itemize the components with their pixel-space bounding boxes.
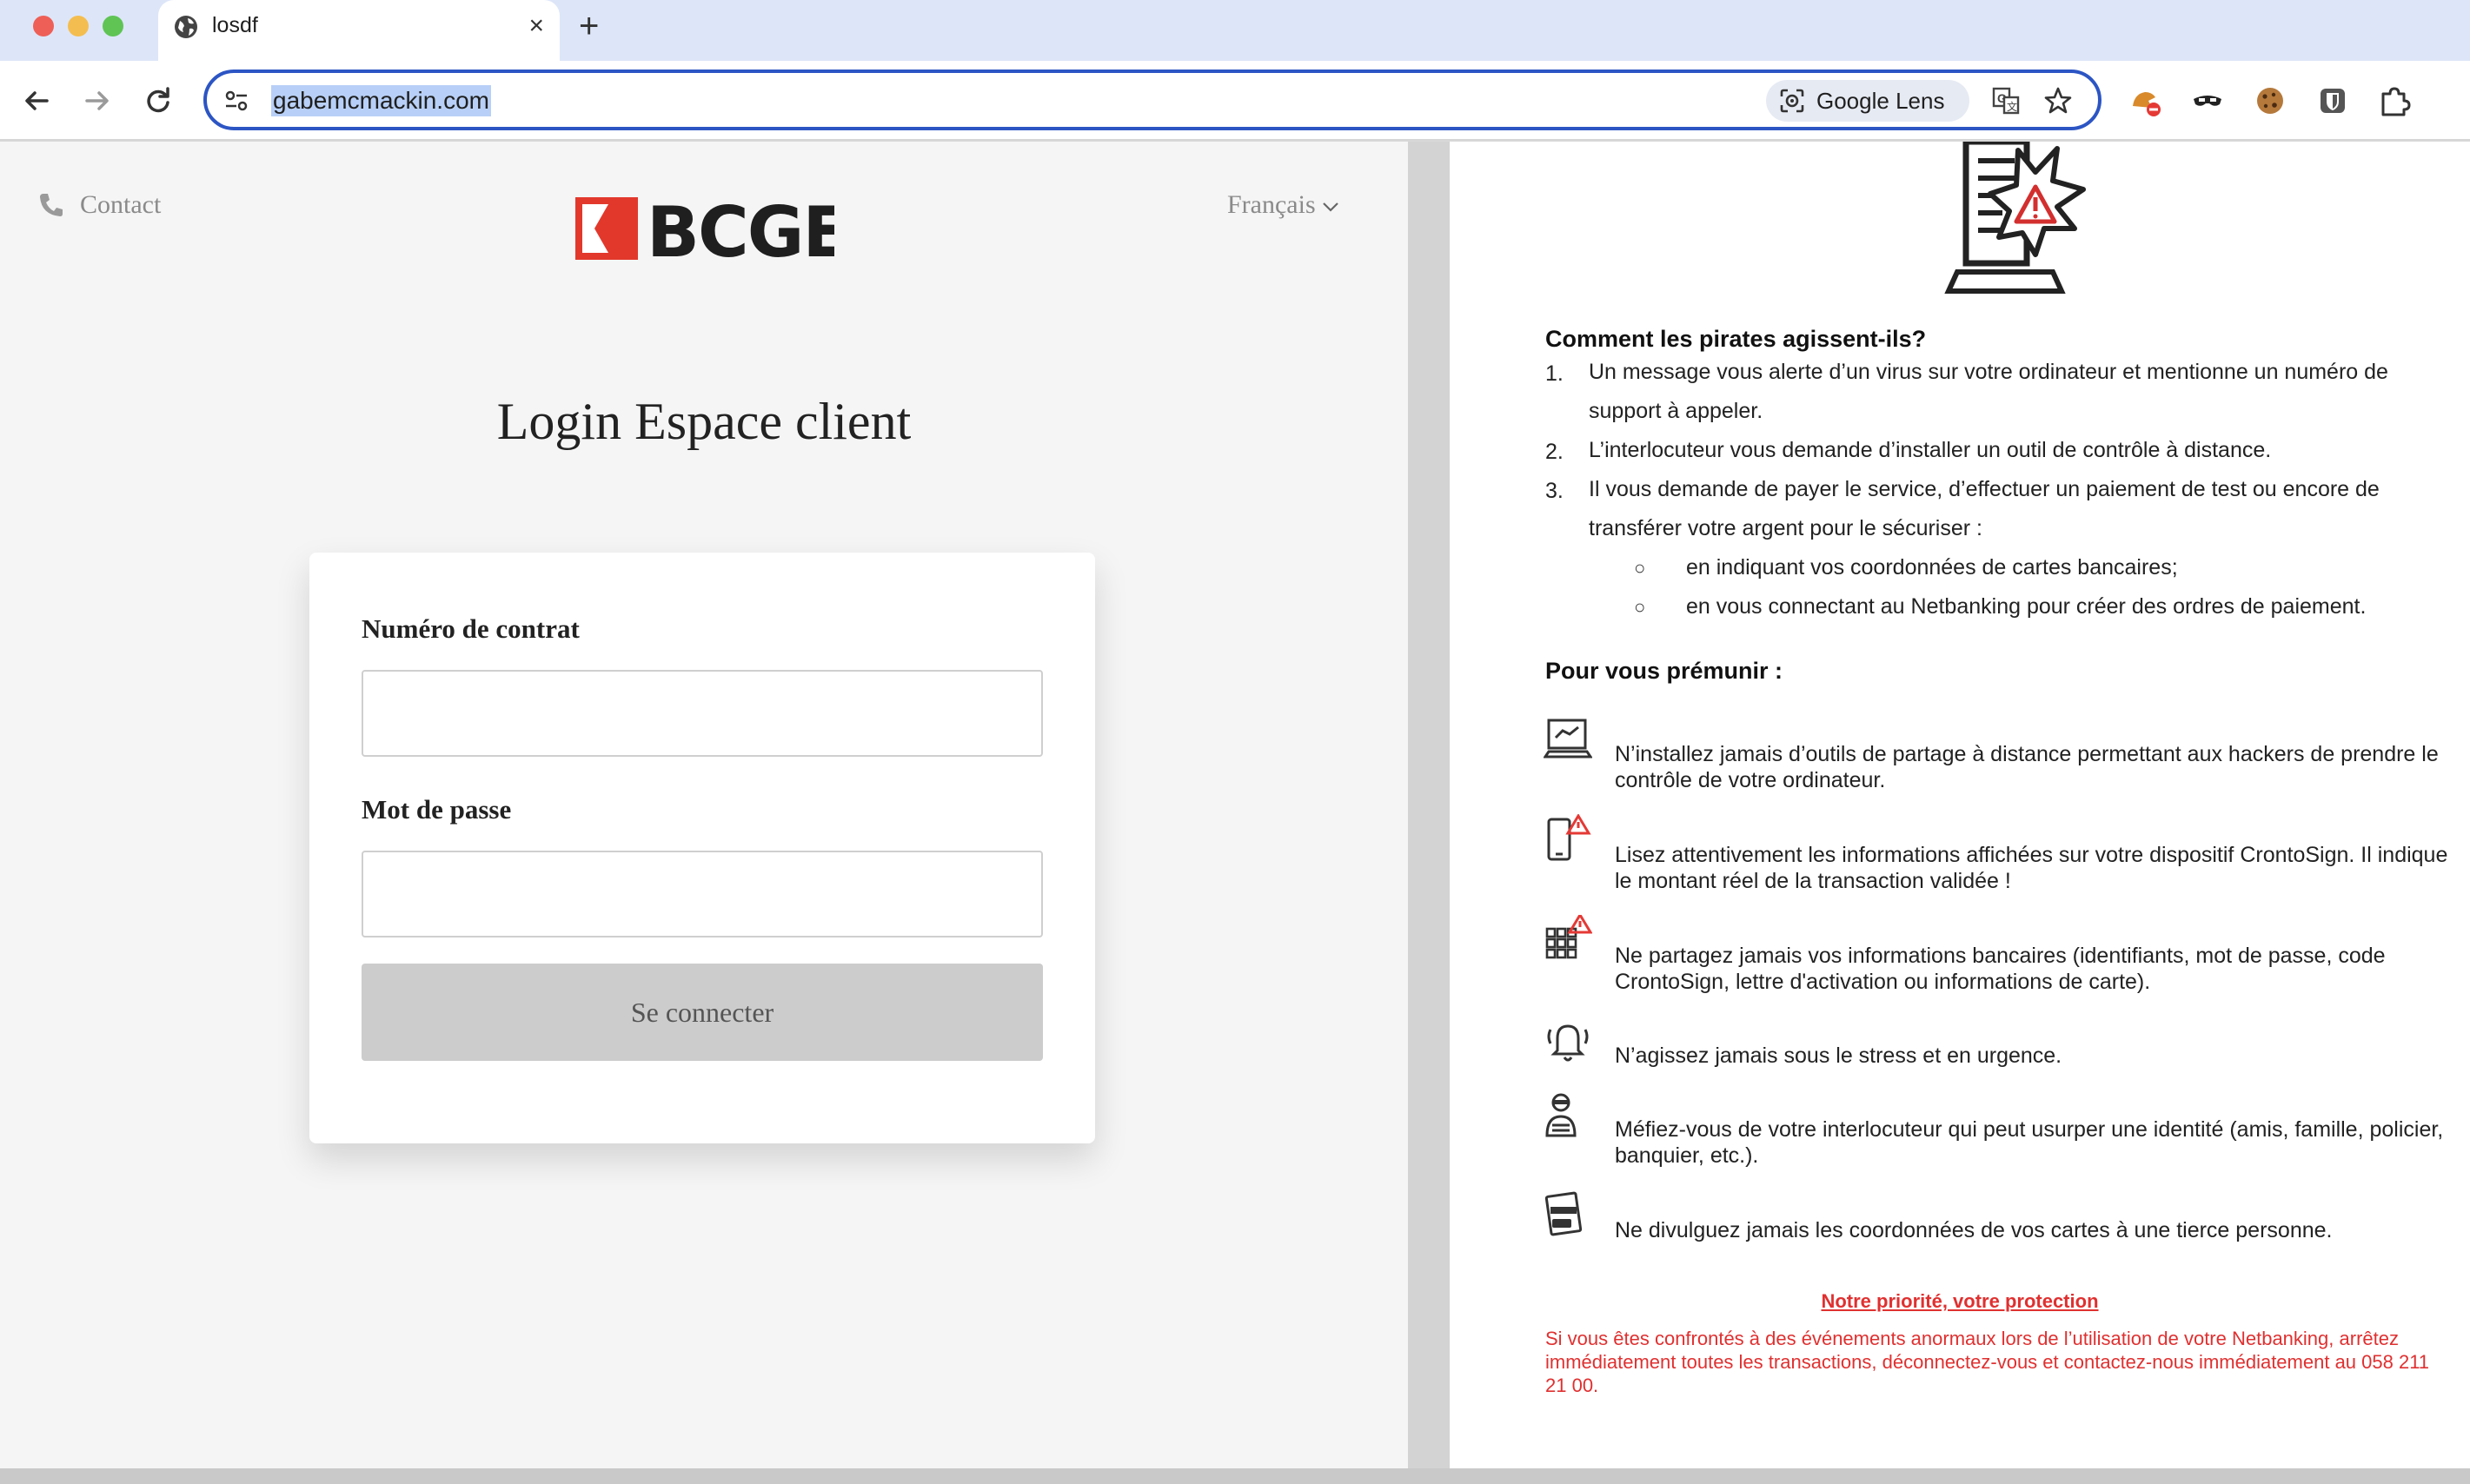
bookmark-star-icon[interactable] (2042, 85, 2074, 116)
step-number: 3. (1545, 479, 1564, 503)
arrow-right-icon (85, 91, 109, 110)
password-input[interactable] (362, 851, 1043, 937)
incognito-mask-icon (2194, 96, 2221, 106)
login-button[interactable]: Se connecter (362, 964, 1043, 1061)
site-settings-icon[interactable] (222, 87, 250, 115)
step-number: 1. (1545, 361, 1564, 386)
puzzle-piece-icon (2381, 87, 2411, 116)
forward-button[interactable] (78, 82, 116, 120)
tip-2-text: Lisez attentivement les informations aff… (1615, 843, 2448, 893)
priority-link[interactable]: Notre priorité, votre protection (1450, 1290, 2470, 1313)
bullet-2: en vous connectant au Netbanking pour cr… (1686, 594, 2367, 619)
arrow-left-icon (25, 91, 49, 110)
close-window-button[interactable] (33, 16, 54, 36)
tip-4-text: N’agissez jamais sous le stress et en ur… (1615, 1043, 2062, 1068)
step-3-line-2: transférer votre argent pour le sécurise… (1589, 516, 1982, 540)
chevron-down-icon (1322, 202, 1338, 212)
contract-number-input[interactable] (362, 670, 1043, 757)
cookie-icon (2257, 88, 2283, 114)
computer-alert-icon (1944, 142, 2086, 294)
extension-blocker-button[interactable] (2126, 82, 2164, 120)
new-tab-button[interactable]: + (579, 7, 599, 45)
url-text[interactable]: gabemcmackin.com (271, 85, 491, 116)
contact-link[interactable]: Contact (37, 190, 161, 220)
back-button[interactable] (17, 82, 56, 120)
heading-how-hackers-act: Comment les pirates agissent-ils? (1545, 326, 1927, 352)
language-label: Français (1227, 190, 1316, 219)
translate-icon[interactable]: G 文 (1990, 85, 2022, 116)
browser-toolbar: gabemcmackin.com Google Lens G 文 (0, 61, 2470, 141)
phone-icon (40, 194, 63, 216)
phone-warning-icon (1547, 814, 1591, 861)
step-2-line-1: L’interlocuteur vous demande d’installer… (1589, 438, 2272, 462)
reload-icon (147, 87, 169, 113)
extension-incognito-button[interactable] (2188, 82, 2227, 120)
tip-5-text: Méfiez-vous de votre interlocuteur qui p… (1615, 1117, 2444, 1168)
close-tab-icon[interactable]: × (528, 12, 544, 40)
login-pane: Contact BCGE Français Login Espace clien… (0, 142, 1408, 1468)
login-card: Numéro de contrat Mot de passe Se connec… (309, 553, 1095, 1143)
page-content: Contact BCGE Français Login Espace clien… (0, 142, 2470, 1468)
cards-icon (1544, 1191, 1583, 1236)
maximize-window-button[interactable] (103, 16, 123, 36)
tip-3-text: Ne partagez jamais vos informations banc… (1615, 944, 2386, 994)
password-label: Mot de passe (362, 794, 512, 825)
step-1-line-1: Un message vous alerte d’un virus sur vo… (1589, 360, 2388, 384)
lens-icon (1780, 89, 1804, 113)
tip-1-text: N’installez jamais d’outils de partage à… (1615, 742, 2439, 792)
warning-text: Si vous êtes confrontés à des événements… (1545, 1328, 2430, 1396)
google-lens-button[interactable]: Google Lens (1766, 80, 1969, 122)
extension-shield-button[interactable] (2314, 82, 2352, 120)
browser-tab[interactable]: losdf × (158, 0, 560, 61)
minimize-window-button[interactable] (68, 16, 89, 36)
extension-blocker-icon (2133, 92, 2161, 116)
step-3-line-1: Il vous demande de payer le service, d’e… (1589, 477, 2380, 501)
extensions-button[interactable] (2376, 82, 2414, 120)
laptop-handshake-icon (1544, 719, 1592, 759)
bullet-marker: ○ (1634, 557, 1646, 579)
bell-alarm-icon (1547, 1024, 1589, 1062)
page-title: Login Espace client (496, 393, 912, 450)
svg-text:文: 文 (2007, 100, 2017, 113)
security-info-pane: Comment les pirates agissent-ils? 1. Un … (1450, 142, 2470, 1468)
impostor-icon (1545, 1093, 1577, 1137)
globe-icon (175, 16, 197, 38)
grid-warning-icon (1545, 915, 1592, 959)
bullet-1: en indiquant vos coordonnées de cartes b… (1686, 555, 2178, 580)
logo-text: BCGE (647, 192, 834, 265)
address-bar[interactable]: gabemcmackin.com Google Lens G 文 (203, 70, 2101, 130)
bullet-marker: ○ (1634, 596, 1646, 618)
contact-label: Contact (80, 190, 162, 219)
shield-icon (2321, 89, 2345, 113)
pane-divider (1408, 142, 1450, 1468)
tab-bar: losdf × + (0, 0, 2470, 61)
bcge-logo: BCGE (575, 192, 834, 265)
contract-label: Numéro de contrat (362, 613, 580, 644)
language-selector[interactable]: Français (1227, 190, 1340, 220)
step-1-line-2: support à appeler. (1589, 399, 1763, 423)
tip-6-text: Ne divulguez jamais les coordonnées de v… (1615, 1218, 2333, 1242)
google-lens-label: Google Lens (1816, 88, 1945, 114)
heading-protect-yourself: Pour vous prémunir : (1545, 658, 1783, 684)
reload-button[interactable] (139, 82, 177, 120)
step-number: 2. (1545, 440, 1564, 464)
extension-cookie-button[interactable] (2251, 82, 2289, 120)
tab-title: losdf (212, 13, 258, 37)
bottom-strip (0, 1468, 2470, 1484)
